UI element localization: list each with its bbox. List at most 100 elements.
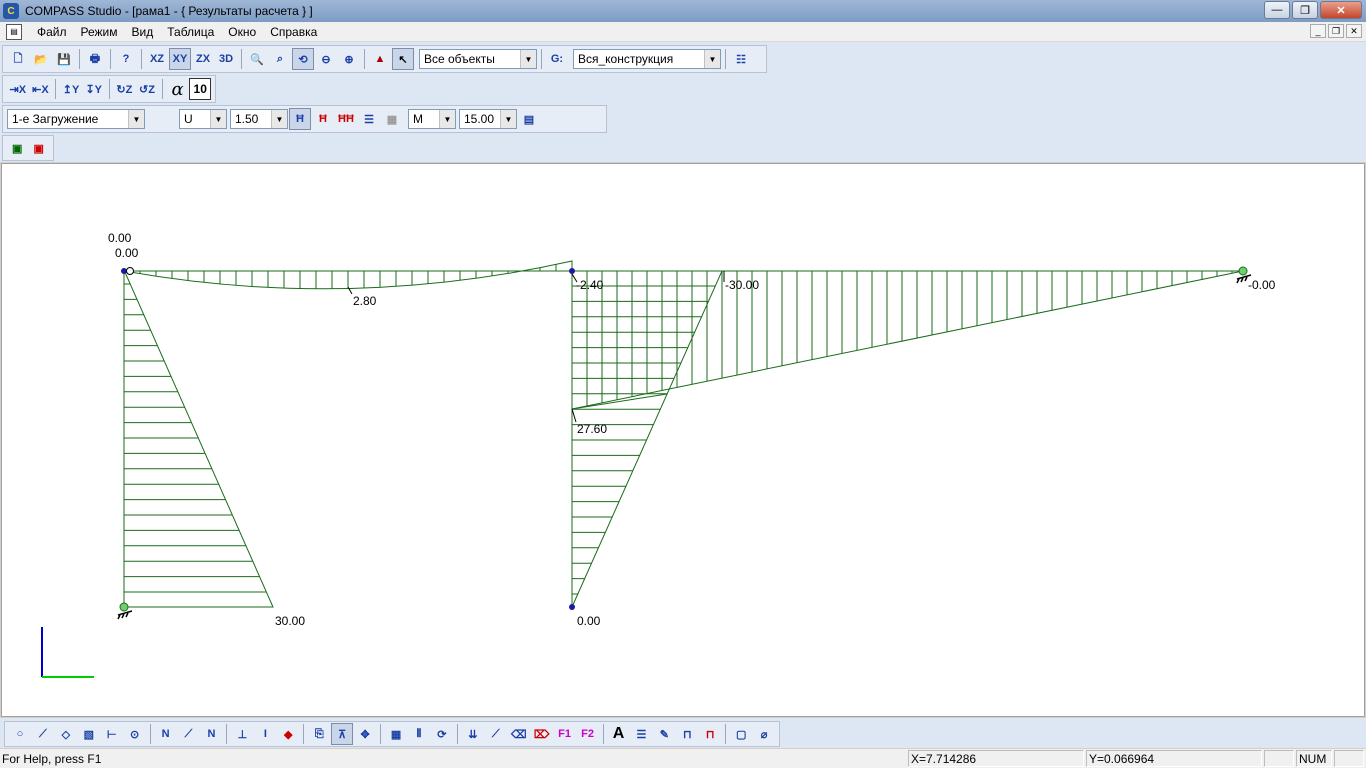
select-arrow-icon[interactable]: ↖: [392, 48, 414, 70]
node-icon[interactable]: ○: [9, 723, 31, 745]
save-icon[interactable]: 💾: [53, 48, 75, 70]
chevron-down-icon[interactable]: ▼: [271, 110, 287, 128]
release-y2-icon[interactable]: ↧Y: [83, 78, 105, 100]
zoom-in-icon[interactable]: ⊕: [338, 48, 360, 70]
axes-icon[interactable]: ⊢: [101, 723, 123, 745]
chevron-down-icon[interactable]: ▼: [520, 50, 536, 68]
app-icon[interactable]: C: [3, 3, 19, 19]
properties-icon[interactable]: ☷: [730, 48, 752, 70]
chevron-down-icon[interactable]: ▼: [210, 110, 226, 128]
menu-file[interactable]: Файл: [30, 25, 74, 39]
solid-icon[interactable]: ▧: [78, 723, 100, 745]
stiffness-icon[interactable]: ⟋: [485, 723, 507, 745]
group-icon[interactable]: G:: [546, 48, 568, 70]
mesh-icon[interactable]: ▦: [385, 723, 407, 745]
construction-filter-select[interactable]: Вся_конструкция ▼: [573, 49, 721, 69]
node-numbers-icon[interactable]: ⊙: [124, 723, 146, 745]
pencil-icon[interactable]: ✎: [653, 723, 675, 745]
table-results-icon[interactable]: ☰: [358, 108, 380, 130]
lamp-icon[interactable]: ▲: [369, 48, 391, 70]
diagram-type-select[interactable]: M ▼: [408, 109, 456, 129]
right-beam-diagram: [571, 270, 1244, 410]
rotate-icon[interactable]: ⟲: [292, 48, 314, 70]
zoom-out-icon[interactable]: ⊖: [315, 48, 337, 70]
delete-load-icon[interactable]: ⌦: [531, 723, 553, 745]
diagram-icon[interactable]: Ħ: [312, 108, 334, 130]
alpha-button[interactable]: α: [167, 78, 189, 100]
node-bottom-middle[interactable]: [569, 604, 575, 610]
release-z-icon[interactable]: ↻Z: [114, 78, 136, 100]
menu-view[interactable]: Вид: [125, 25, 161, 39]
import-icon[interactable]: ▣: [29, 137, 50, 159]
chevron-down-icon[interactable]: ▼: [439, 110, 455, 128]
menu-mode[interactable]: Режим: [74, 25, 125, 39]
separator: [602, 724, 604, 744]
divide-icon[interactable]: ⫴: [408, 723, 430, 745]
chevron-down-icon[interactable]: ▼: [128, 110, 144, 128]
section-icon[interactable]: I: [254, 723, 276, 745]
node-top-middle[interactable]: [569, 268, 575, 274]
list-icon[interactable]: ☰: [630, 723, 652, 745]
drawing-canvas[interactable]: 0.00 0.00 2.80 -2.40 -30.00 -0.00 27.60 …: [1, 163, 1365, 717]
f2-load-icon[interactable]: F2: [577, 723, 599, 745]
frame-icon[interactable]: ⊓: [676, 723, 698, 745]
mdi-restore-button[interactable]: ❐: [1328, 24, 1344, 38]
forces-icon[interactable]: ⇊: [462, 723, 484, 745]
plate-load-icon[interactable]: N: [201, 723, 223, 745]
f1-load-icon[interactable]: F1: [554, 723, 576, 745]
release-x-icon[interactable]: ⇥X: [7, 78, 29, 100]
zoom-previous-icon[interactable]: ⌕: [269, 48, 291, 70]
diagram-scale-select[interactable]: 15.00 ▼: [459, 109, 517, 129]
report-icon[interactable]: ▤: [518, 108, 540, 130]
mdi-close-button[interactable]: ✕: [1346, 24, 1362, 38]
bar-icon[interactable]: ⟋: [32, 723, 54, 745]
move-icon[interactable]: ✥: [354, 723, 376, 745]
chevron-down-icon[interactable]: ▼: [704, 50, 720, 68]
component-select[interactable]: U ▼: [179, 109, 227, 129]
release-y-icon[interactable]: ↥Y: [60, 78, 82, 100]
release-z2-icon[interactable]: ↺Z: [136, 78, 158, 100]
eraser-bar-icon[interactable]: ⌫: [508, 723, 530, 745]
print-icon[interactable]: 🖶: [84, 48, 106, 70]
deformed-shape-icon[interactable]: Ħ: [289, 108, 311, 130]
view-3d-icon[interactable]: 3D: [215, 48, 237, 70]
mirror-icon[interactable]: ⊼: [331, 723, 354, 745]
text-icon[interactable]: A: [608, 723, 630, 745]
minimize-button[interactable]: —: [1264, 1, 1290, 19]
chevron-down-icon[interactable]: ▼: [500, 110, 516, 128]
menu-window[interactable]: Окно: [221, 25, 263, 39]
open-folder-icon[interactable]: 📂: [30, 48, 52, 70]
view-xy-icon[interactable]: XY: [169, 48, 191, 70]
close-button[interactable]: ✕: [1320, 1, 1362, 19]
view-xz-icon[interactable]: XZ: [146, 48, 168, 70]
scale-select[interactable]: 1.50 ▼: [230, 109, 288, 129]
object-filter-select[interactable]: Все объекты ▼: [419, 49, 537, 69]
grid-results-icon[interactable]: ▦: [381, 108, 403, 130]
screenshot-icon[interactable]: ▢: [730, 723, 752, 745]
document-icon[interactable]: ▤: [6, 23, 22, 40]
view-zx-icon[interactable]: ZX: [192, 48, 214, 70]
label-middle-node: -2.40: [576, 278, 604, 292]
export-icon[interactable]: ▣: [7, 137, 28, 159]
copy-icon[interactable]: ⎘: [308, 723, 330, 745]
mdi-minimize-button[interactable]: _: [1310, 24, 1326, 38]
node-load-icon[interactable]: N: [155, 723, 177, 745]
menu-table[interactable]: Таблица: [160, 25, 221, 39]
diagram-values-icon[interactable]: ĦĦ: [335, 108, 357, 130]
bar-load-icon[interactable]: ⟋: [178, 723, 200, 745]
release-x2-icon[interactable]: ⇤X: [30, 78, 52, 100]
rotate-element-icon[interactable]: ⟳: [431, 723, 453, 745]
eraser-icon[interactable]: ⌀: [753, 723, 775, 745]
support-left-bottom: [117, 602, 133, 620]
plate-icon[interactable]: ◇: [55, 723, 77, 745]
context-help-icon[interactable]: ?: [115, 48, 137, 70]
new-file-icon[interactable]: 🗋: [7, 48, 29, 70]
alpha-value[interactable]: 10: [189, 78, 212, 100]
material-icon[interactable]: ◆: [277, 723, 299, 745]
support-icon[interactable]: ⊥: [231, 723, 253, 745]
menu-help[interactable]: Справка: [263, 25, 324, 39]
zoom-window-icon[interactable]: 🔍: [246, 48, 268, 70]
frame-red-icon[interactable]: ⊓: [699, 723, 721, 745]
load-case-select[interactable]: 1-е Загружение ▼: [7, 109, 145, 129]
maximize-button[interactable]: ❐: [1292, 1, 1318, 19]
